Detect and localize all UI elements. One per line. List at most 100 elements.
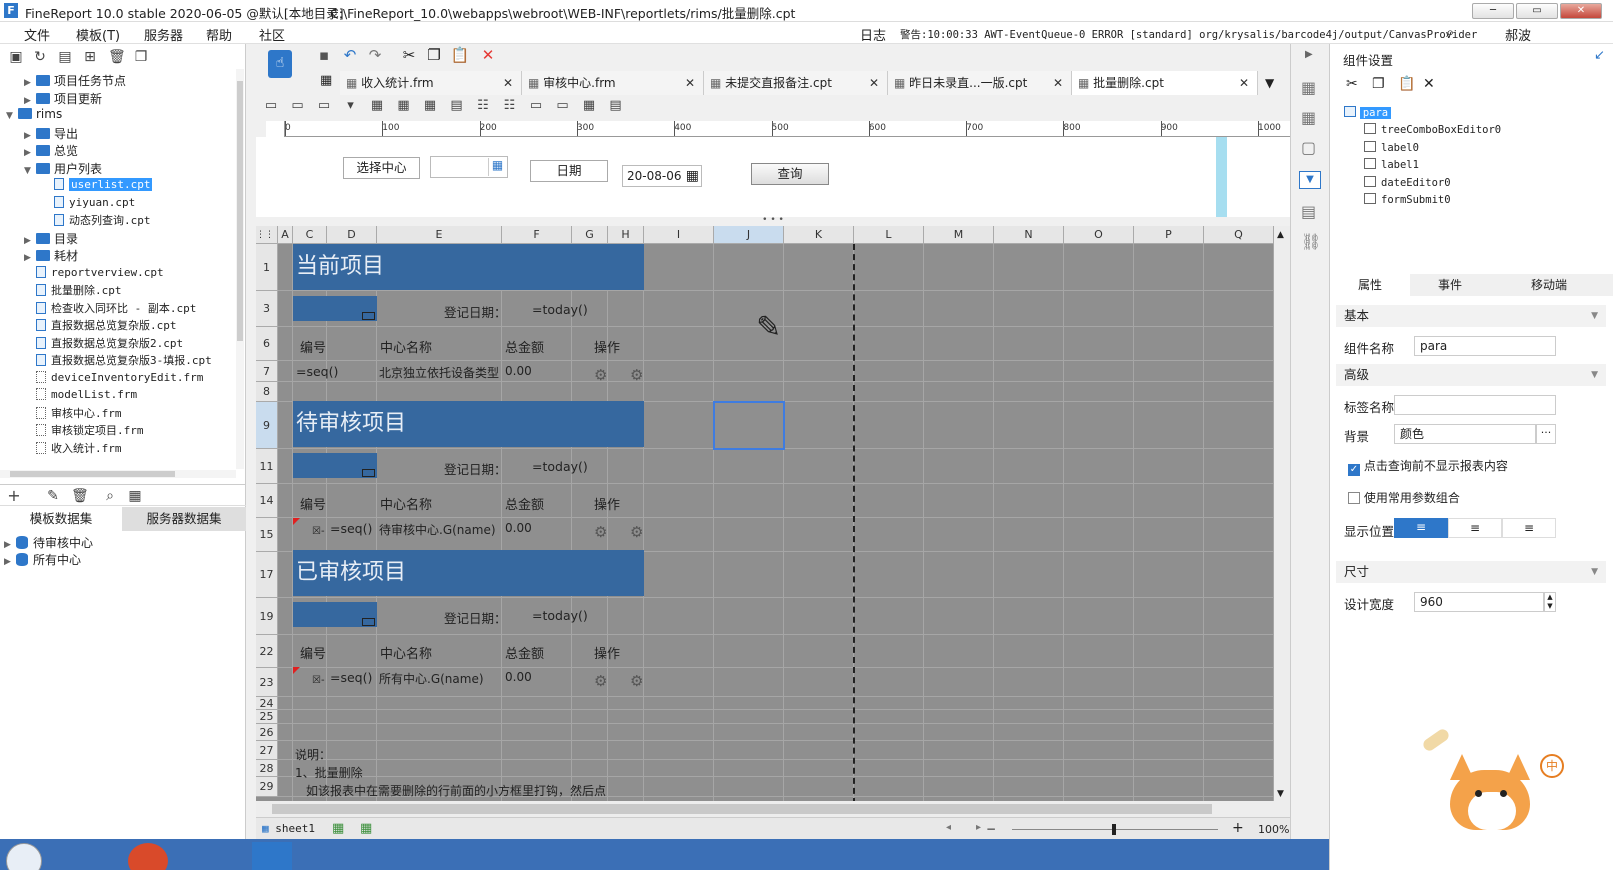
widget-tree-item[interactable]: dateEditor0: [1364, 175, 1451, 189]
condition-icon[interactable]: ▤: [1301, 202, 1316, 221]
zoom-out-icon[interactable]: −: [986, 822, 996, 836]
tab-template-dataset[interactable]: 模板数据集: [0, 507, 122, 531]
locate-icon[interactable]: ⊞: [82, 49, 98, 65]
tab-properties[interactable]: 属性: [1330, 274, 1410, 296]
multi-icon[interactable]: ▤: [606, 97, 626, 117]
column-title[interactable]: 操作: [594, 337, 620, 356]
grid-vscrollbar[interactable]: ▲ ▼: [1274, 226, 1290, 801]
amount-value[interactable]: 0.00: [505, 521, 532, 535]
pin-icon[interactable]: ↙: [1594, 48, 1605, 63]
redo-icon[interactable]: ↷: [365, 46, 385, 66]
widget-settings-icon[interactable]: ▼: [1299, 171, 1321, 189]
cell-element-icon[interactable]: ▢: [1301, 138, 1316, 157]
sheet-tab[interactable]: ▦ sheet1: [262, 822, 315, 835]
column-header[interactable]: K: [784, 226, 854, 244]
seq-formula[interactable]: =seq(): [330, 521, 372, 536]
row-header[interactable]: 19: [256, 598, 278, 635]
comp-name-input[interactable]: para: [1414, 336, 1556, 356]
amount-value[interactable]: 0.00: [505, 364, 532, 378]
cell-attr-icon[interactable]: ▦: [1301, 78, 1316, 97]
grid-hscrollbar[interactable]: [256, 801, 1290, 817]
expanded-arrow-icon[interactable]: ▼: [24, 166, 36, 176]
copy-icon[interactable]: ❐: [424, 46, 444, 66]
center-name-formula[interactable]: 北京独立依托设备类型: [379, 364, 499, 381]
tree-item[interactable]: yiyuan.cpt: [42, 195, 135, 212]
dataset-param-icon[interactable]: ▦: [127, 488, 143, 504]
reg-date-label[interactable]: 登记日期：: [444, 608, 507, 627]
add-dataset-icon[interactable]: +: [6, 488, 22, 504]
tree-item[interactable]: ▶ 项目更新: [24, 90, 102, 107]
section-size[interactable]: 尺寸 ▼: [1336, 561, 1606, 583]
row-header[interactable]: 25: [256, 710, 278, 724]
query-button[interactable]: 查询: [751, 163, 829, 185]
tab-menu-icon[interactable]: ▼: [1265, 76, 1274, 90]
background-input[interactable]: 颜色: [1394, 424, 1536, 444]
tree-widget-icon[interactable]: ▭: [553, 97, 573, 117]
paste-icon[interactable]: 📋: [1398, 76, 1415, 92]
add-sheet-icon[interactable]: ▦: [332, 821, 344, 836]
collapsed-arrow-icon[interactable]: ▶: [24, 96, 36, 106]
align-right-icon[interactable]: ≡: [1502, 518, 1556, 538]
align-center-icon[interactable]: ≡: [1448, 518, 1502, 538]
note-text[interactable]: 1、批量删除: [295, 764, 363, 781]
column-header[interactable]: A: [278, 226, 293, 244]
edit-dataset-icon[interactable]: ✎: [45, 488, 61, 504]
row-header[interactable]: 23: [256, 668, 278, 697]
tree-item[interactable]: 审核锁定项目.frm: [24, 422, 144, 439]
seq-formula[interactable]: =seq(): [330, 670, 372, 685]
amount-value[interactable]: 0.00: [505, 670, 532, 684]
row-header[interactable]: 26: [256, 724, 278, 741]
column-header[interactable]: F: [502, 226, 572, 244]
tree-item[interactable]: ▼ rims: [6, 107, 62, 124]
note-text[interactable]: 如该报表中在需要删除的行前面的小方框里打钩，然后点: [306, 782, 606, 799]
column-title[interactable]: 编号: [300, 643, 326, 662]
add-poly-icon[interactable]: ▦: [360, 821, 372, 836]
delete-icon[interactable]: ✕: [1423, 76, 1435, 92]
column-title[interactable]: 中心名称: [380, 337, 432, 356]
column-header[interactable]: O: [1064, 226, 1134, 244]
reg-date-label[interactable]: 登记日期：: [444, 302, 507, 321]
collapsed-arrow-icon[interactable]: ▶: [24, 253, 36, 263]
center-label[interactable]: 选择中心: [343, 157, 420, 179]
collapsed-arrow-icon[interactable]: ▶: [24, 131, 36, 141]
menu-community[interactable]: 社区: [259, 25, 285, 44]
more-icon[interactable]: ···: [1536, 424, 1556, 444]
tree-item[interactable]: 审核中心.frm: [24, 405, 122, 422]
gear-icon[interactable]: ⚙: [630, 366, 643, 384]
gear-icon[interactable]: ⚙: [594, 523, 607, 541]
textarea-widget-icon[interactable]: ▤: [447, 97, 467, 117]
tree-item[interactable]: ▶ 项目任务节点: [24, 72, 126, 89]
widget-tree-item[interactable]: label0: [1364, 140, 1419, 154]
tree-item[interactable]: 收入统计.frm: [24, 440, 122, 457]
select-all-corner[interactable]: ⋮⋮⋮: [256, 226, 283, 244]
tree-item[interactable]: ▶ 目录: [24, 230, 78, 247]
list-widget-icon[interactable]: ▦: [579, 97, 599, 117]
row-header[interactable]: 14: [256, 484, 278, 518]
row-header[interactable]: 29: [256, 777, 278, 797]
save-icon[interactable]: ▪: [314, 46, 334, 66]
section-title[interactable]: 当前项目: [293, 244, 644, 290]
tree-item[interactable]: 动态列查询.cpt: [42, 212, 151, 229]
new-folder-icon[interactable]: ▣: [8, 49, 24, 65]
design-width-input[interactable]: 960: [1414, 592, 1544, 612]
tree-item[interactable]: 直报数据总览复杂版2.cpt: [24, 335, 183, 352]
close-button[interactable]: ✕: [1560, 3, 1602, 19]
tree-item[interactable]: userlist.cpt: [42, 177, 153, 194]
row-header[interactable]: 8: [256, 382, 278, 402]
row-header[interactable]: 28: [256, 760, 278, 777]
center-name-formula[interactable]: 待审核中心.G(name): [379, 521, 496, 538]
section-title[interactable]: 待审核项目: [293, 401, 644, 447]
cell-style-icon[interactable]: ▦: [1301, 108, 1316, 127]
row-header[interactable]: 1: [256, 244, 278, 291]
gear-icon[interactable]: ⚙: [594, 672, 607, 690]
row-header[interactable]: 27: [256, 741, 278, 760]
label-widget-icon[interactable]: ▭: [261, 97, 281, 117]
center-combo[interactable]: ▦: [430, 156, 508, 178]
delete-icon[interactable]: 🗑: [108, 49, 126, 65]
section-advanced[interactable]: 高级 ▼: [1336, 364, 1606, 386]
widget-tree-item[interactable]: treeComboBoxEditor0: [1364, 122, 1501, 136]
note-text[interactable]: 说明：: [295, 746, 331, 763]
column-title[interactable]: 总金额: [505, 337, 544, 356]
date-label[interactable]: 日期: [530, 160, 608, 182]
tree-item[interactable]: reportverview.cpt: [24, 265, 164, 282]
